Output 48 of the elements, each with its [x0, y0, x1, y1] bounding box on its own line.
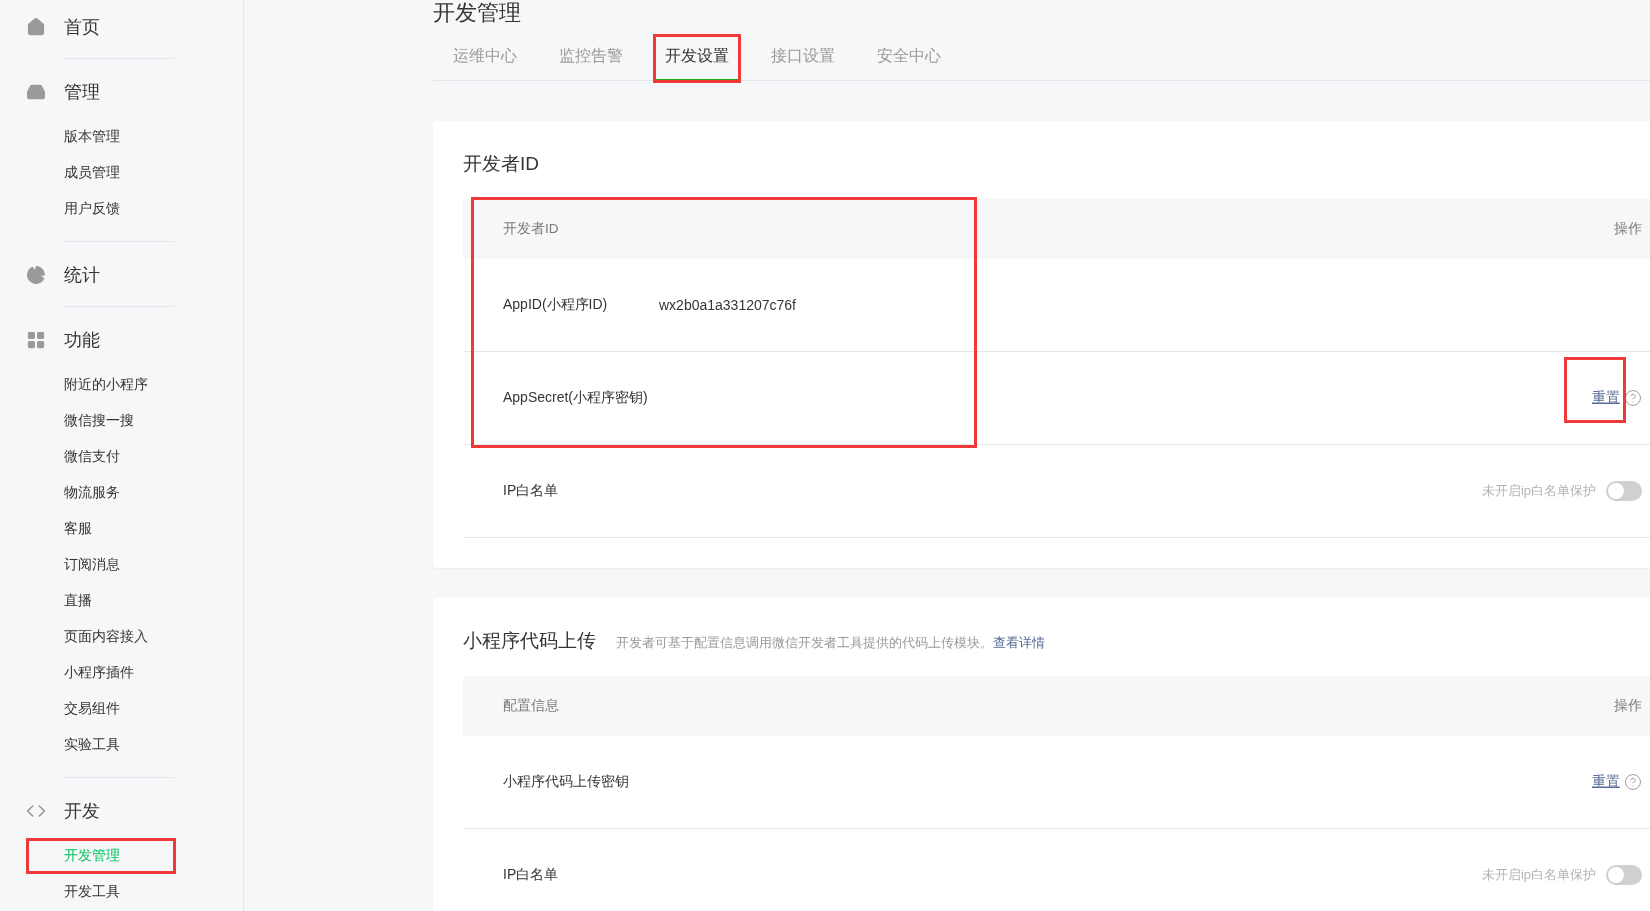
sidebar-item[interactable]: 用户反馈	[26, 191, 176, 227]
card-title: 开发者ID	[463, 152, 539, 176]
reset-link[interactable]: 重置	[1592, 773, 1620, 791]
sidebar-item[interactable]: 页面内容接入	[26, 619, 176, 655]
toggle-switch[interactable]	[1606, 481, 1642, 501]
card-title: 小程序代码上传	[463, 629, 596, 653]
row-label: AppID(小程序ID)	[503, 296, 609, 314]
column-header: 配置信息	[503, 697, 559, 715]
sidebar-group-label[interactable]: 统计	[64, 263, 100, 287]
pie-chart-icon	[26, 265, 46, 285]
sidebar-group-label[interactable]: 开发	[64, 799, 100, 823]
column-header: 开发者ID	[503, 220, 559, 238]
status-text: 未开启ip白名单保护	[1481, 482, 1596, 500]
grid-icon	[26, 330, 46, 350]
sidebar-item[interactable]: 订阅消息	[26, 547, 176, 583]
sidebar-item[interactable]: 交易组件	[26, 691, 176, 727]
sidebar-item[interactable]: 客服	[26, 511, 176, 547]
reset-link[interactable]: 重置	[1592, 389, 1620, 407]
sidebar-item[interactable]: 直播	[26, 583, 176, 619]
sidebar-item[interactable]: 附近的小程序	[26, 367, 176, 403]
sidebar-item[interactable]: 开发工具	[26, 874, 176, 910]
details-link[interactable]: 查看详情	[993, 635, 1045, 650]
row-value: wx2b0a1a331207c76f	[659, 297, 796, 313]
row-label: IP白名单	[503, 866, 559, 884]
sidebar-group-label[interactable]: 管理	[64, 80, 100, 104]
sidebar-item[interactable]: 实验工具	[26, 727, 176, 763]
help-icon[interactable]	[1624, 389, 1642, 407]
column-header: 操作	[1614, 220, 1642, 238]
sidebar-item[interactable]: 成员管理	[26, 155, 176, 191]
home-icon	[26, 17, 46, 37]
row-label: AppSecret(小程序密钥)	[503, 389, 648, 407]
toggle-switch[interactable]	[1606, 865, 1642, 885]
column-header: 操作	[1614, 697, 1642, 715]
sidebar-item[interactable]: 版本管理	[26, 119, 176, 155]
sidebar-item[interactable]: 微信支付	[26, 439, 176, 475]
sidebar-item[interactable]: 微信搜一搜	[26, 403, 176, 439]
sidebar-group-label[interactable]: 首页	[64, 15, 100, 39]
row-label: 小程序代码上传密钥	[503, 773, 629, 791]
help-icon[interactable]	[1624, 773, 1642, 791]
tab[interactable]: 开发设置	[655, 36, 739, 81]
card-description: 开发者可基于配置信息调用微信开发者工具提供的代码上传模块。查看详情	[616, 634, 1045, 652]
sidebar-item[interactable]: 小程序插件	[26, 655, 176, 691]
status-text: 未开启ip白名单保护	[1481, 866, 1596, 884]
sidebar-item[interactable]: 物流服务	[26, 475, 176, 511]
page-title: 开发管理	[433, 0, 522, 26]
row-label: IP白名单	[503, 482, 559, 500]
sidebar-group-label[interactable]: 功能	[64, 328, 100, 352]
inbox-icon	[26, 82, 46, 102]
